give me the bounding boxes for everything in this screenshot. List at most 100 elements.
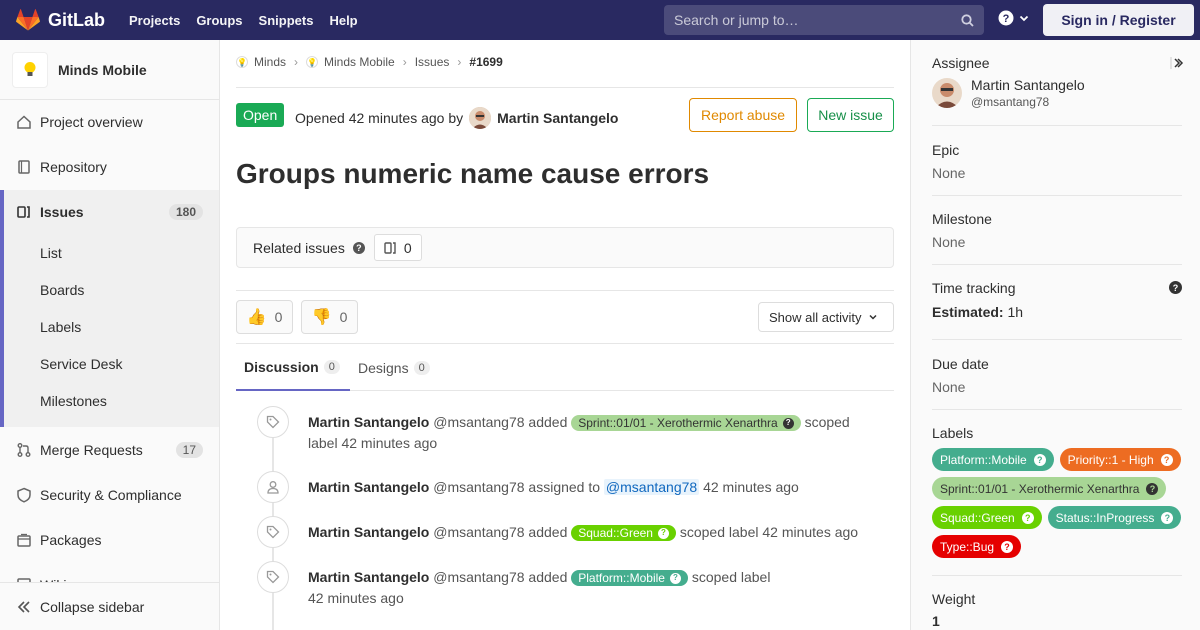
tab-designs[interactable]: Designs 0 <box>358 344 430 391</box>
labels-list: Platform::Mobile? Priority::1 - High? Sp… <box>932 448 1184 564</box>
assignee-name[interactable]: Martin Santangelo <box>971 77 1085 93</box>
note-handle[interactable]: @msantang78 <box>433 414 524 430</box>
sidebar-sub-list[interactable]: List <box>40 245 62 261</box>
due-date-value: None <box>932 379 966 395</box>
question-icon: ? <box>669 572 681 584</box>
nav-projects[interactable]: Projects <box>129 13 180 28</box>
note-author[interactable]: Martin Santangelo <box>308 479 429 495</box>
divider <box>932 409 1182 410</box>
milestone-section: Milestone None <box>932 211 1182 250</box>
collapse-sidebar-label: Collapse sidebar <box>40 598 145 615</box>
due-date-title: Due date <box>932 356 989 372</box>
gitlab-home-link[interactable]: GitLab <box>16 9 113 31</box>
note-handle[interactable]: @msantang78 <box>433 524 524 540</box>
breadcrumb-minds[interactable]: Minds <box>254 55 286 69</box>
sidebar-sub-labels[interactable]: Labels <box>40 319 81 335</box>
due-date-section: Due date None <box>932 356 1182 395</box>
assignee-handle: @msantang78 <box>971 95 1050 109</box>
tab-discussion-label: Discussion <box>244 358 319 375</box>
assignee-title: Assignee <box>932 55 990 71</box>
nav-help[interactable]: Help <box>329 13 357 28</box>
label-type-bug[interactable]: Type::Bug? <box>932 535 1022 558</box>
label-platform[interactable]: Platform::Mobile? <box>571 570 688 587</box>
tab-discussion-count: 0 <box>323 359 340 374</box>
label-status-inprogress[interactable]: Status::InProgress? <box>1047 506 1182 529</box>
divider <box>932 264 1182 265</box>
nav-snippets[interactable]: Snippets <box>259 13 314 28</box>
book-icon <box>16 159 32 175</box>
assignee-section: Assignee <box>932 55 1182 71</box>
breadcrumb-issue-number[interactable]: #1699 <box>469 55 502 69</box>
label-platform-mobile[interactable]: Platform::Mobile? <box>932 448 1054 471</box>
sign-in-register-button[interactable]: Sign in / Register <box>1043 4 1194 36</box>
collapse-right-sidebar-icon[interactable] <box>1170 56 1184 70</box>
related-issues-count[interactable]: 0 <box>373 234 422 261</box>
search-input[interactable] <box>674 12 961 28</box>
sidebar-item-label: Packages <box>40 532 102 548</box>
package-icon <box>16 532 32 548</box>
issue-author[interactable]: Martin Santangelo <box>497 110 618 126</box>
thumbs-down-button[interactable]: 👎 0 <box>301 300 358 334</box>
avatar[interactable] <box>932 78 962 108</box>
note-author[interactable]: Martin Santangelo <box>308 569 429 585</box>
breadcrumb-minds-mobile[interactable]: Minds Mobile <box>324 55 395 69</box>
note-author[interactable]: Martin Santangelo <box>308 414 429 430</box>
note-handle[interactable]: @msantang78 <box>433 479 524 495</box>
divider <box>932 195 1182 196</box>
note-handle[interactable]: @msantang78 <box>433 569 524 585</box>
lightbulb-icon: 💡 <box>306 56 319 68</box>
report-abuse-button[interactable]: Report abuse <box>689 98 797 132</box>
milestone-title: Milestone <box>932 211 992 227</box>
sidebar-sub-milestones[interactable]: Milestones <box>40 393 107 409</box>
question-icon[interactable]: ? <box>1169 281 1182 294</box>
related-count-value: 0 <box>403 239 412 256</box>
weight-section: Weight 1 <box>932 591 1182 629</box>
opened-text: Opened 42 minutes ago by <box>295 110 464 126</box>
project-header[interactable]: Minds Mobile <box>0 40 219 100</box>
question-icon[interactable]: ? <box>352 241 365 254</box>
sidebar-sub-service-desk[interactable]: Service Desk <box>40 356 122 372</box>
label-priority-high[interactable]: Priority::1 - High? <box>1059 448 1181 471</box>
chevron-right-icon: › <box>294 55 299 69</box>
sidebar-item-project-overview[interactable]: Project overview <box>0 100 219 144</box>
svg-text:?: ? <box>1173 283 1179 293</box>
tab-discussion[interactable]: Discussion 0 <box>236 344 350 391</box>
gitlab-logo-icon <box>16 9 40 31</box>
sidebar-item-merge-requests[interactable]: Merge Requests 17 <box>0 428 219 472</box>
status-badge: Open <box>236 103 285 127</box>
help-dropdown[interactable]: ? <box>998 10 1029 26</box>
thumbs-up-count: 0 <box>274 309 283 325</box>
sidebar-item-issues[interactable]: Issues 180 <box>0 190 219 234</box>
sidebar-item-repository[interactable]: Repository <box>0 145 219 189</box>
new-issue-button[interactable]: New issue <box>807 98 894 132</box>
thumbs-up-button[interactable]: 👍 0 <box>236 300 293 334</box>
avatar[interactable] <box>469 107 492 129</box>
sidebar-sub-boards[interactable]: Boards <box>40 282 84 298</box>
user-icon <box>257 471 289 503</box>
activity-filter-dropdown[interactable]: Show all activity <box>758 302 894 332</box>
question-icon: ? <box>657 527 669 539</box>
nav-groups[interactable]: Groups <box>196 13 242 28</box>
divider <box>932 575 1182 576</box>
label-squad[interactable]: Squad::Green? <box>571 525 676 542</box>
gitlab-brand-text: GitLab <box>48 9 105 30</box>
collapse-sidebar-button[interactable]: Collapse sidebar <box>0 582 219 630</box>
sidebar-item-label: Repository <box>40 159 107 175</box>
top-navbar: GitLab Projects Groups Snippets Help ? S… <box>0 0 1200 40</box>
breadcrumb-issues[interactable]: Issues <box>415 55 450 69</box>
label-sprint[interactable]: Sprint::01/01 - Xerothermic Xenarthra? <box>932 477 1167 500</box>
label-sprint[interactable]: Sprint::01/01 - Xerothermic Xenarthra? <box>571 415 801 432</box>
lightbulb-icon <box>24 61 36 76</box>
note-author[interactable]: Martin Santangelo <box>308 524 429 540</box>
labels-title: Labels <box>932 425 974 441</box>
divider <box>932 125 1182 126</box>
user-mention[interactable]: @msantang78 <box>603 479 700 495</box>
tab-designs-count: 0 <box>413 360 430 375</box>
note-action: added <box>528 524 568 540</box>
label-text: Sprint::01/01 - Xerothermic Xenarthra <box>940 481 1140 496</box>
sidebar-item-packages[interactable]: Packages <box>0 518 219 562</box>
sidebar-item-security-compliance[interactable]: Security & Compliance <box>0 473 219 517</box>
time-tracking-section: Time tracking Estimated: 1h <box>932 280 1182 320</box>
divider <box>236 87 894 88</box>
label-squad-green[interactable]: Squad::Green? <box>932 506 1042 529</box>
